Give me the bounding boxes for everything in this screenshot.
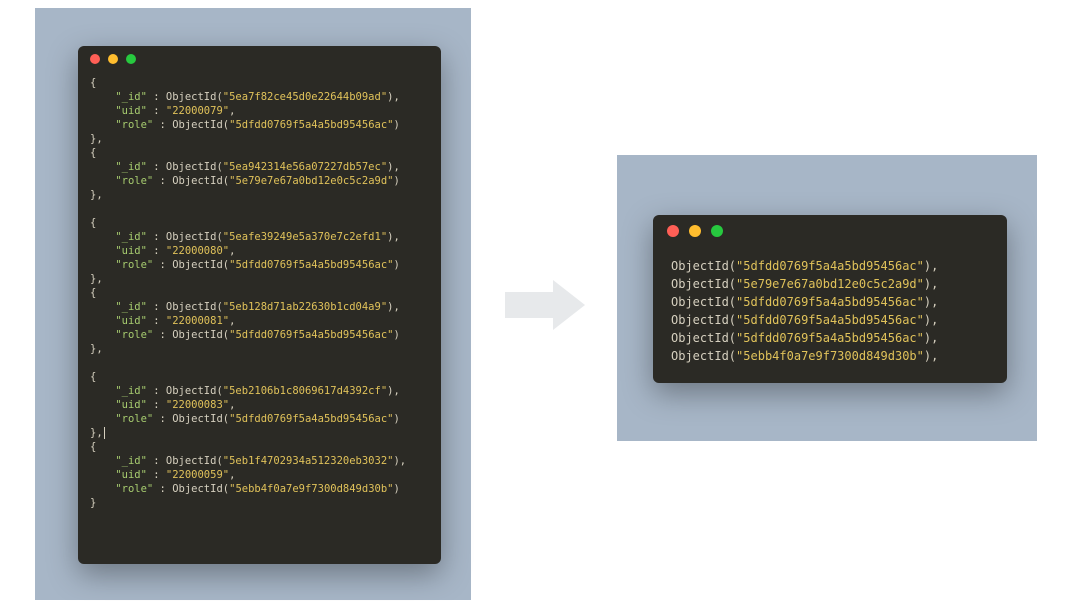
close-icon: [667, 225, 679, 237]
objectid-token: ObjectId: [671, 259, 729, 273]
terminal-titlebar: [78, 46, 441, 72]
arrow-head: [553, 280, 585, 330]
role-value: 5dfdd0769f5a4a5bd95456ac: [235, 119, 387, 131]
text-cursor: [104, 427, 105, 439]
key-id: "_id": [115, 91, 147, 103]
transform-arrow-icon: [505, 280, 585, 330]
id-value: 5ea7f82ce45d0e22644b09ad: [229, 91, 381, 103]
role-value: 5dfdd0769f5a4a5bd95456ac: [743, 259, 916, 273]
minimize-icon: [689, 225, 701, 237]
diagram-stage: { "_id" : ObjectId("5ea7f82ce45d0e22644b…: [0, 0, 1080, 601]
uid-value: 22000079: [172, 105, 223, 117]
source-documents-terminal: { "_id" : ObjectId("5ea7f82ce45d0e22644b…: [78, 46, 441, 564]
result-code-block: ObjectId("5dfdd0769f5a4a5bd95456ac"), Ob…: [653, 247, 1007, 375]
source-code-block: { "_id" : ObjectId("5ea7f82ce45d0e22644b…: [78, 72, 441, 518]
brace-open: {: [90, 77, 96, 89]
arrow-shaft: [505, 292, 553, 318]
key-role: "role": [115, 119, 153, 131]
terminal-titlebar: [653, 215, 1007, 247]
zoom-icon: [711, 225, 723, 237]
key-uid: "uid": [115, 105, 147, 117]
result-roles-terminal: ObjectId("5dfdd0769f5a4a5bd95456ac"), Ob…: [653, 215, 1007, 383]
objectid-token: ObjectId: [166, 91, 217, 103]
zoom-icon: [126, 54, 136, 64]
close-icon: [90, 54, 100, 64]
minimize-icon: [108, 54, 118, 64]
